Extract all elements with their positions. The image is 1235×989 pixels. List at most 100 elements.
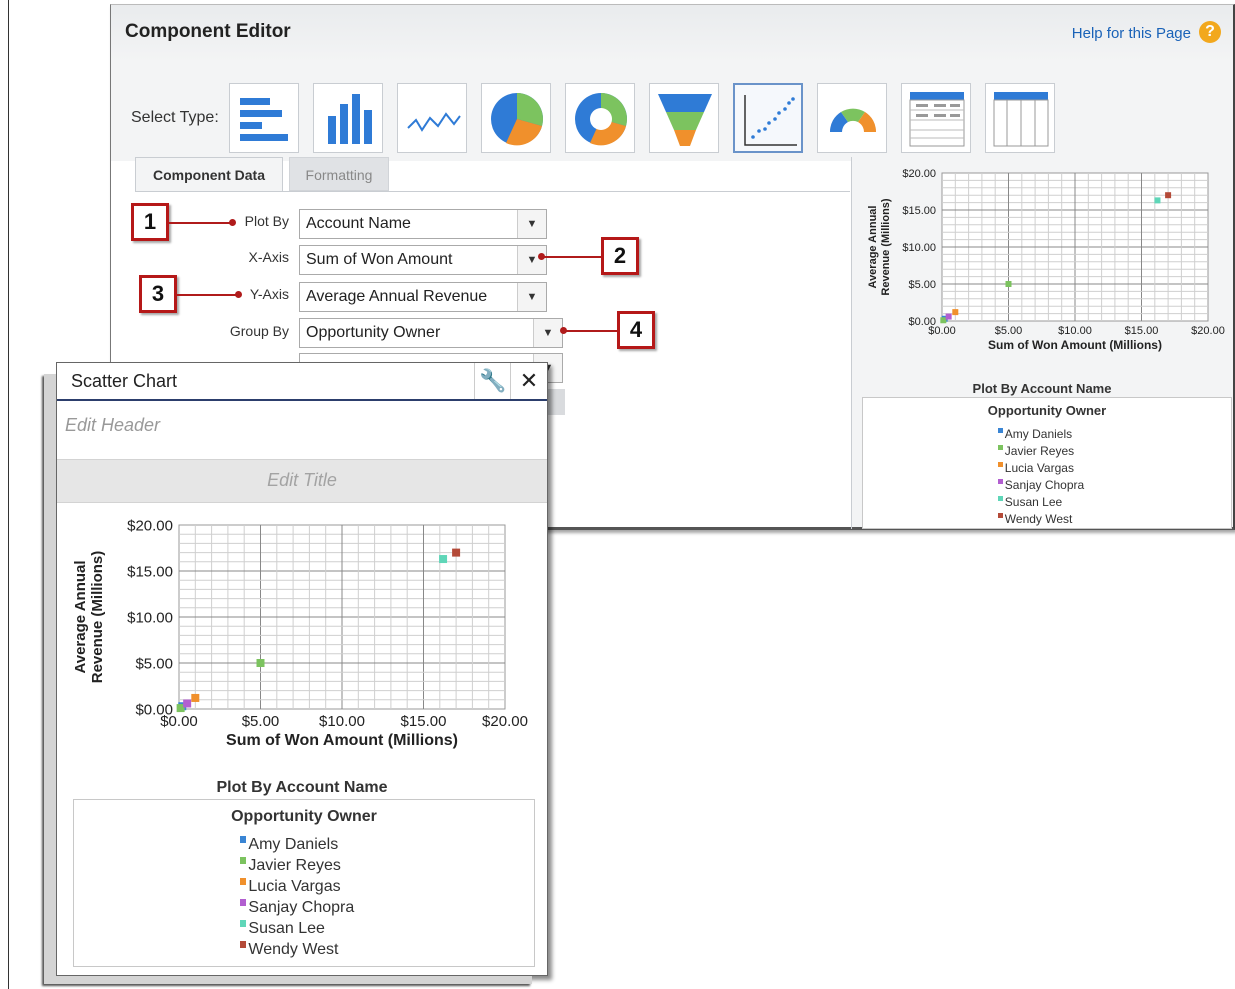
group-by-value: Opportunity Owner [306, 324, 441, 341]
horizontal-bar-icon [240, 98, 288, 141]
x-axis-select[interactable]: Sum of Won Amount ▼ [299, 245, 547, 275]
legend-label: Amy Daniels [1004, 427, 1073, 441]
dialog-legend-title: Opportunity Owner [231, 808, 377, 825]
y-axis-title: Average Annual [867, 206, 879, 289]
legend-swatch [998, 427, 1003, 433]
legend-label: Javier Reyes [248, 857, 341, 874]
legend-label: Susan Lee [248, 920, 325, 937]
chart-type-donut[interactable] [565, 83, 635, 153]
preview-scatter-chart: $0.00 $5.00 $10.00 $15.00 $20.00$0.00$5.00$1… [867, 168, 1225, 352]
data-point [452, 548, 461, 557]
chart-type-scatter[interactable] [733, 83, 803, 153]
y-tick-label: $0.00 [908, 316, 936, 328]
chevron-down-icon: ▼ [517, 283, 546, 311]
chevron-down-icon: ▼ [533, 319, 562, 347]
page-edge-line [8, 0, 9, 989]
y-tick-label: $20.00 [902, 168, 936, 180]
chart-type-lightning-table[interactable] [985, 83, 1055, 153]
chart-type-pie[interactable] [481, 83, 551, 153]
help-link[interactable]: Help for this Page [1072, 25, 1191, 42]
tab-strip-border [135, 191, 850, 192]
edit-header-field[interactable]: Edit Header [65, 415, 160, 436]
callout-1-dot [229, 219, 236, 226]
preview-plot-by-caption: Plot By Account Name [972, 381, 1112, 396]
preview-legend-title: Opportunity Owner [987, 403, 1107, 418]
callout-3: 3 [139, 275, 177, 313]
data-point [256, 659, 265, 667]
legend-swatch [240, 899, 247, 906]
y-axis-title: Revenue (Millions) [880, 198, 892, 296]
y-tick-label: $5.00 [135, 655, 173, 672]
legend-item: Amy Daniels [998, 426, 1231, 443]
y-tick-label: $10.00 [127, 609, 173, 626]
legend-item: Susan Lee [240, 918, 534, 939]
dialog-scatter-chart: $0.00 $5.00 $10.00 $15.00 $20.00$0.00$5.00$1… [72, 517, 528, 749]
chart-type-funnel[interactable] [649, 83, 719, 153]
x-tick-label: $5.00 [242, 713, 280, 730]
legend-label: Sanjay Chopra [1004, 478, 1085, 492]
legend-swatch [998, 495, 1003, 501]
legend-label: Lucia Vargas [1004, 461, 1074, 475]
callout-3-line [177, 294, 239, 296]
legend-label: Javier Reyes [1004, 444, 1075, 458]
data-point [945, 313, 952, 320]
callout-1: 1 [131, 203, 169, 241]
data-point [940, 317, 947, 324]
edit-title-field[interactable]: Edit Title [57, 470, 547, 491]
tab-component-data[interactable]: Component Data [135, 157, 283, 191]
y-tick-label: $10.00 [902, 242, 936, 254]
tab-formatting[interactable]: Formatting [289, 157, 389, 191]
callout-4-line [563, 330, 617, 332]
data-point [952, 309, 959, 316]
wrench-icon: 🔧 [479, 368, 507, 393]
legend-item: Wendy West [240, 939, 534, 960]
dialog-legend: Opportunity Owner Amy Daniels Javier Reye… [73, 799, 535, 967]
edit-title-band: Edit Title [57, 459, 547, 503]
preview-legend: Opportunity Owner Amy Daniels Javier Reye… [862, 397, 1232, 529]
y-tick-label: $15.00 [902, 205, 936, 217]
edit-component-button[interactable]: 🔧 [474, 363, 511, 399]
funnel-icon [658, 94, 712, 146]
legend-swatch [998, 512, 1003, 518]
data-point [1005, 281, 1012, 287]
gauge-icon [829, 108, 877, 132]
legend-swatch [998, 461, 1003, 467]
x-tick-label: $15.00 [1125, 325, 1159, 337]
chart-type-line[interactable] [397, 83, 467, 153]
data-point [439, 555, 448, 564]
chart-preview-area: $0.00 $5.00 $10.00 $15.00 $20.00 $0.00 $5.00 $1… [852, 157, 1233, 529]
legend-label: Lucia Vargas [248, 878, 341, 895]
chart-type-gauge[interactable] [817, 83, 887, 153]
callout-2-line [541, 256, 601, 258]
legend-swatch [240, 920, 247, 927]
preview-legend-items: Amy Daniels Javier Reyes Lucia Vargas Sanja… [998, 426, 1231, 528]
close-dialog-button[interactable]: ✕ [510, 363, 547, 399]
y-tick-label: $5.00 [908, 279, 936, 291]
chevron-down-icon: ▼ [517, 210, 546, 238]
legend-item: Sanjay Chopra [998, 477, 1231, 494]
chart-type-table[interactable] [901, 83, 971, 153]
legend-label: Amy Daniels [248, 836, 339, 853]
legend-item: Lucia Vargas [998, 460, 1231, 477]
y-tick-label: $15.00 [127, 563, 173, 580]
plot-by-select[interactable]: Account Name ▼ [299, 209, 547, 239]
editor-title: Component Editor [125, 21, 291, 42]
scatter-chart-dialog: Scatter Chart 🔧 ✕ Edit Header Edit Title… [56, 362, 548, 976]
chart-type-vertical-bar[interactable] [313, 83, 383, 153]
editor-header: Component Editor Help for this Page ? [111, 5, 1233, 61]
y-axis-select[interactable]: Average Annual Revenue ▼ [299, 282, 547, 312]
callout-4-dot [560, 327, 567, 334]
help-icon[interactable]: ? [1199, 21, 1221, 43]
data-point [1154, 197, 1161, 204]
x-axis-value: Sum of Won Amount [306, 251, 453, 268]
select-type-label: Select Type: [131, 109, 219, 126]
legend-item: Lucia Vargas [240, 876, 534, 897]
legend-item: Sanjay Chopra [240, 897, 534, 918]
donut-icon [575, 93, 627, 146]
group-by-select[interactable]: Opportunity Owner ▼ [299, 318, 563, 348]
y-tick-label: $20.00 [127, 517, 173, 534]
legend-swatch [240, 941, 247, 948]
x-tick-label: $10.00 [319, 713, 365, 730]
chart-type-horizontal-bar[interactable] [229, 83, 299, 153]
group-by-label: Group By [229, 323, 289, 339]
